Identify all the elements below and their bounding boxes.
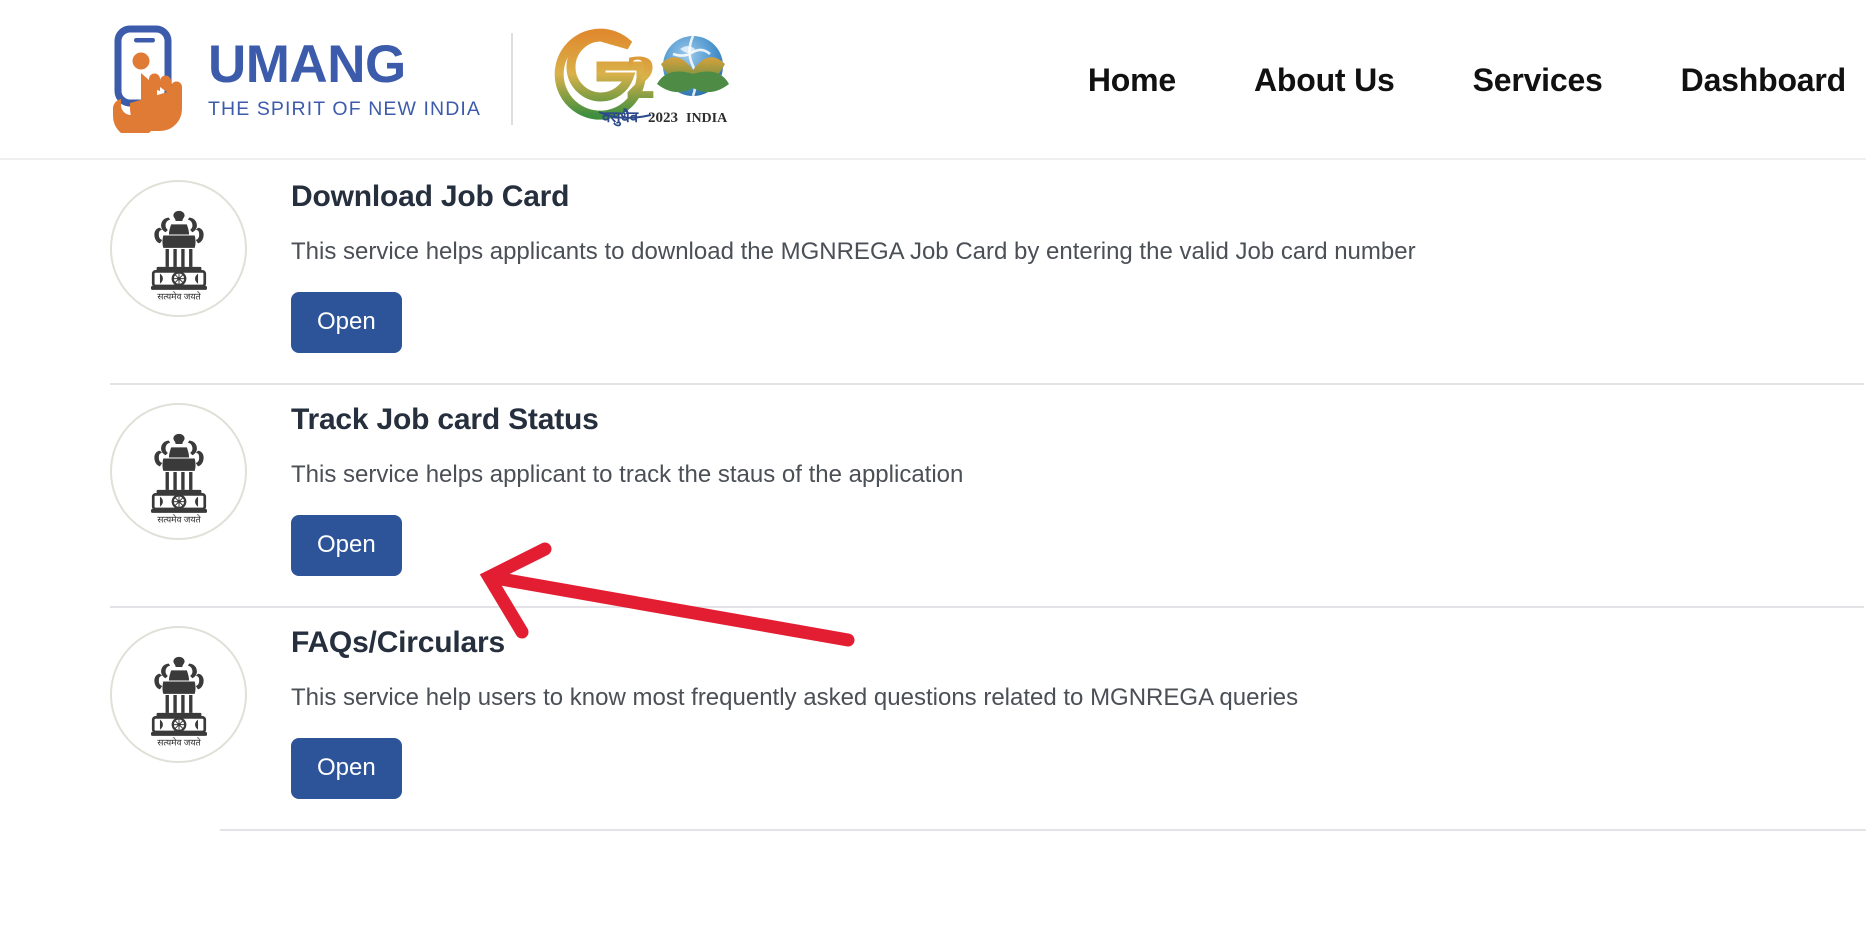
service-title: Track Job card Status	[291, 403, 599, 436]
india-national-emblem-icon: सत्यमेव जयते	[110, 180, 247, 317]
nav-item-home[interactable]: Home	[1088, 62, 1176, 99]
emblem-motto-text: सत्यमेव जयते	[157, 290, 201, 301]
nav-item-services[interactable]: Services	[1473, 62, 1603, 99]
service-description: This service helps applicant to track th…	[291, 461, 964, 489]
g20-year-label: 2023	[648, 110, 678, 126]
nav-item-dashboard[interactable]: Dashboard	[1681, 62, 1847, 99]
ashoka-lion-capital-icon: सत्यमेव जयते	[150, 433, 207, 524]
service-row: सत्यमेव जयते FAQs/Circulars This service…	[0, 606, 1866, 829]
ashoka-lion-capital-icon: सत्यमेव जयते	[150, 210, 207, 301]
g20-india-lotus-globe-icon: 2 वसुधैव 2023 INDIA	[554, 28, 730, 127]
open-button[interactable]: Open	[291, 291, 402, 353]
service-title: FAQs/Circulars	[291, 626, 505, 659]
brand-zone: UMANG THE SPIRIT OF NEW INDIA 2 वसुधैव 2…	[108, 24, 733, 134]
india-national-emblem-icon: सत्यमेव जयते	[110, 403, 247, 540]
service-body: Download Job Card This service helps app…	[291, 179, 1866, 353]
nav-item-about-us[interactable]: About Us	[1254, 62, 1395, 99]
india-national-emblem-icon: सत्यमेव जयते	[110, 626, 247, 763]
emblem-motto-text: सत्यमेव जयते	[157, 513, 201, 524]
service-body: FAQs/Circulars This service help users t…	[291, 625, 1866, 799]
site-header: UMANG THE SPIRIT OF NEW INDIA 2 वसुधैव 2…	[0, 0, 1866, 160]
open-button[interactable]: Open	[291, 514, 402, 576]
open-button[interactable]: Open	[291, 737, 402, 799]
ashoka-lion-capital-icon: सत्यमेव जयते	[150, 656, 207, 747]
umang-logo[interactable]: UMANG THE SPIRIT OF NEW INDIA	[108, 25, 481, 133]
service-title: Download Job Card	[291, 180, 570, 213]
emblem-motto-text: सत्यमेव जयते	[157, 736, 201, 747]
umang-phone-hand-icon	[113, 25, 182, 133]
svg-text:2: 2	[625, 44, 656, 112]
list-bottom-divider	[220, 829, 1866, 831]
service-description: This service help users to know most fre…	[291, 684, 1299, 712]
umang-wordmark: UMANG THE SPIRIT OF NEW INDIA	[208, 38, 481, 120]
service-row: सत्यमेव जयते Track Job card Status This …	[0, 383, 1866, 606]
service-description: This service helps applicants to downloa…	[291, 238, 1416, 266]
brand-name: UMANG	[208, 35, 406, 95]
main-navigation: Home About Us Services Dashboard	[1088, 0, 1866, 160]
g20-country-label: INDIA	[686, 111, 728, 126]
service-body: Track Job card Status This service helps…	[291, 402, 1866, 576]
service-row: सत्यमेव जयते Download Job Card This serv…	[0, 160, 1866, 383]
service-list: सत्यमेव जयते Download Job Card This serv…	[0, 160, 1866, 831]
brand-divider	[511, 33, 514, 125]
brand-tagline: THE SPIRIT OF NEW INDIA	[208, 98, 482, 121]
